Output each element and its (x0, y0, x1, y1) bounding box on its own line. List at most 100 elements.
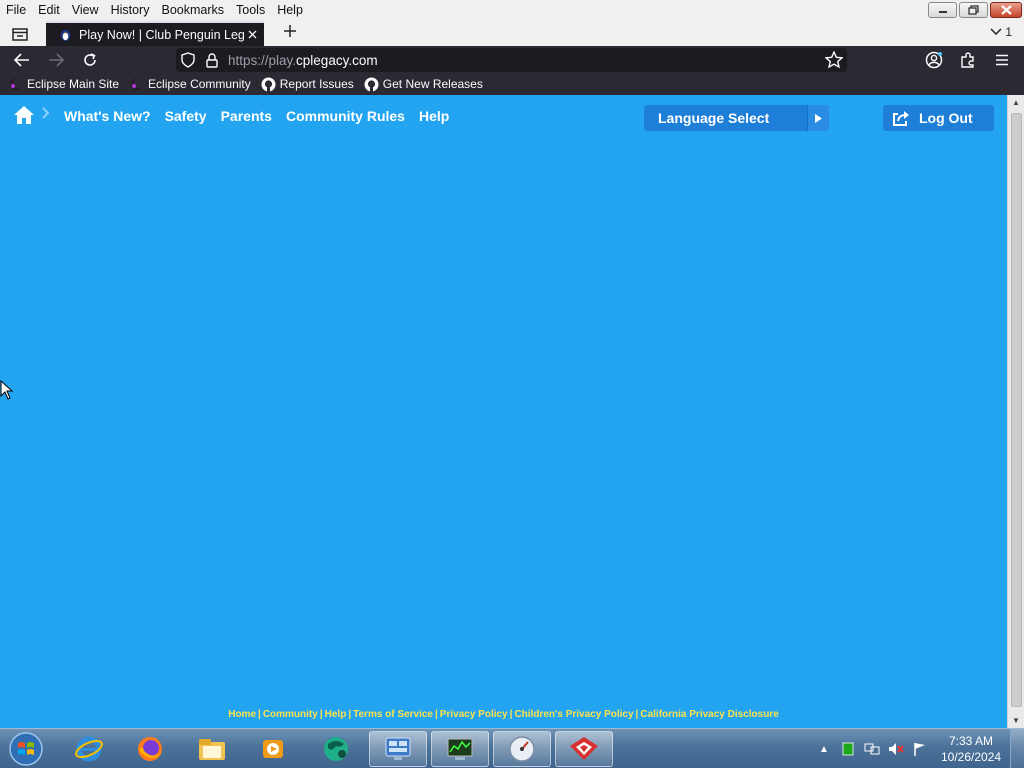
footer-link-privacy[interactable]: Privacy Policy (440, 709, 508, 720)
action-center-flag-icon[interactable] (912, 741, 928, 757)
shield-icon (181, 52, 195, 68)
home-button[interactable] (13, 105, 35, 128)
show-desktop-button[interactable] (1010, 729, 1024, 768)
minimize-button[interactable] (928, 2, 957, 18)
forward-button[interactable] (46, 50, 66, 70)
url-domain: cplegacy.com (296, 52, 378, 68)
nav-link-safety[interactable]: Safety (165, 108, 207, 124)
taskbar-globe-app[interactable] (307, 731, 365, 767)
footer-link-california-privacy[interactable]: California Privacy Disclosure (640, 709, 778, 720)
eclipse-icon (129, 77, 144, 92)
taskbar-file-explorer[interactable] (183, 731, 241, 767)
plus-icon (284, 25, 296, 37)
footer-separator: | (348, 709, 352, 720)
menu-tools[interactable]: Tools (230, 0, 271, 21)
triangle-right-icon (807, 105, 829, 131)
footer-link-help[interactable]: Help (325, 709, 347, 720)
system-tray: ▲ 7:33 AM 10/26/2024 (816, 729, 1024, 768)
app-menu-button[interactable] (992, 50, 1012, 70)
chevron-down-icon (990, 28, 1002, 36)
taskbar-firefox[interactable] (121, 731, 179, 767)
menu-file[interactable]: File (0, 0, 32, 21)
reload-icon (84, 53, 96, 66)
battery-status-icon[interactable] (840, 741, 856, 757)
nav-link-community-rules[interactable]: Community Rules (286, 108, 405, 124)
footer-separator: | (509, 709, 513, 720)
account-icon (925, 51, 943, 69)
eclipse-icon (8, 77, 23, 92)
bookmark-report-issues[interactable]: Report Issues (261, 77, 354, 92)
nav-link-whats-new[interactable]: What's New? (64, 108, 151, 124)
taskbar-control-panel[interactable] (369, 731, 427, 767)
bookmarks-toolbar: Eclipse Main Site Eclipse Community Repo… (0, 73, 1024, 95)
site-navigation: What's New? Safety Parents Community Rul… (0, 95, 1007, 139)
extensions-button[interactable] (958, 50, 978, 70)
taskbar-media-player[interactable] (244, 731, 302, 767)
lock-icon[interactable] (200, 52, 224, 68)
tracking-protection-icon[interactable] (176, 52, 200, 68)
system-clock[interactable]: 7:33 AM 10/26/2024 (936, 733, 1006, 765)
footer-separator: | (434, 709, 438, 720)
scroll-down-arrow-icon[interactable]: ▼ (1011, 716, 1021, 725)
menu-help[interactable]: Help (271, 0, 309, 21)
footer-link-home[interactable]: Home (228, 709, 256, 720)
url-text: https://play.cplegacy.com (228, 53, 378, 68)
log-out-button[interactable]: Log Out (883, 105, 994, 131)
task-monitor-icon (447, 738, 473, 760)
taskbar-internet-explorer[interactable] (60, 731, 118, 767)
menu-history[interactable]: History (105, 0, 156, 21)
restore-button[interactable] (959, 2, 988, 18)
footer-separator: | (635, 709, 639, 720)
log-out-label: Log Out (919, 110, 973, 126)
github-icon (364, 77, 379, 92)
start-button[interactable] (6, 730, 46, 768)
penguin-app-icon (570, 737, 598, 760)
tab-bar: Play Now! | Club Penguin Legac 1 (0, 21, 1024, 46)
arrow-right-icon (49, 53, 64, 67)
list-all-tabs-button[interactable] (10, 25, 30, 42)
bookmark-eclipse-community[interactable]: Eclipse Community (129, 77, 251, 92)
nav-link-parents[interactable]: Parents (221, 108, 272, 124)
minimize-icon (938, 11, 947, 13)
footer-link-childrens-privacy[interactable]: Children's Privacy Policy (514, 709, 633, 720)
nav-link-help[interactable]: Help (419, 108, 449, 124)
vertical-scrollbar[interactable]: ▲ ▼ (1007, 95, 1024, 728)
windows-start-icon (9, 732, 43, 766)
address-bar[interactable]: https://play.cplegacy.com (176, 48, 847, 72)
tab-list-icon (12, 27, 28, 41)
tab-play-now[interactable]: Play Now! | Club Penguin Legac (46, 21, 264, 46)
close-tab-button[interactable] (244, 27, 260, 42)
page-content: What's New? Safety Parents Community Rul… (0, 95, 1007, 728)
footer-link-terms[interactable]: Terms of Service (353, 709, 433, 720)
show-hidden-icons-button[interactable]: ▲ (816, 741, 832, 757)
tab-title: Play Now! | Club Penguin Legac (79, 27, 244, 42)
scroll-up-arrow-icon[interactable]: ▲ (1011, 98, 1021, 107)
taskbar: ▲ 7:33 AM 10/26/2024 (0, 728, 1024, 768)
footer-link-community[interactable]: Community (263, 709, 318, 720)
logout-icon (892, 110, 910, 126)
menu-edit[interactable]: Edit (32, 0, 66, 21)
bookmark-label: Eclipse Community (148, 77, 251, 91)
back-button[interactable] (12, 50, 32, 70)
scrollbar-thumb[interactable] (1011, 113, 1022, 707)
taskbar-task-monitor[interactable] (431, 731, 489, 767)
internet-explorer-icon (75, 736, 103, 762)
tab-overflow-menu[interactable]: 1 (990, 25, 1012, 39)
account-button[interactable] (924, 50, 944, 70)
reload-button[interactable] (80, 50, 100, 70)
language-select-button[interactable]: Language Select (644, 105, 829, 131)
menu-view[interactable]: View (66, 0, 105, 21)
bookmark-star-button[interactable] (824, 50, 844, 71)
taskbar-penguin-app[interactable] (555, 731, 613, 767)
taskbar-speedometer[interactable] (493, 731, 551, 767)
bookmark-eclipse-main-site[interactable]: Eclipse Main Site (8, 77, 119, 92)
bookmark-get-new-releases[interactable]: Get New Releases (364, 77, 483, 92)
network-icon[interactable] (864, 741, 880, 757)
control-panel-icon (385, 737, 411, 760)
volume-muted-icon[interactable] (888, 741, 904, 757)
star-icon (824, 50, 844, 69)
menu-bookmarks[interactable]: Bookmarks (155, 0, 230, 21)
new-tab-button[interactable] (283, 23, 297, 43)
penguin-favicon-icon (60, 29, 71, 42)
close-window-button[interactable] (990, 2, 1022, 18)
